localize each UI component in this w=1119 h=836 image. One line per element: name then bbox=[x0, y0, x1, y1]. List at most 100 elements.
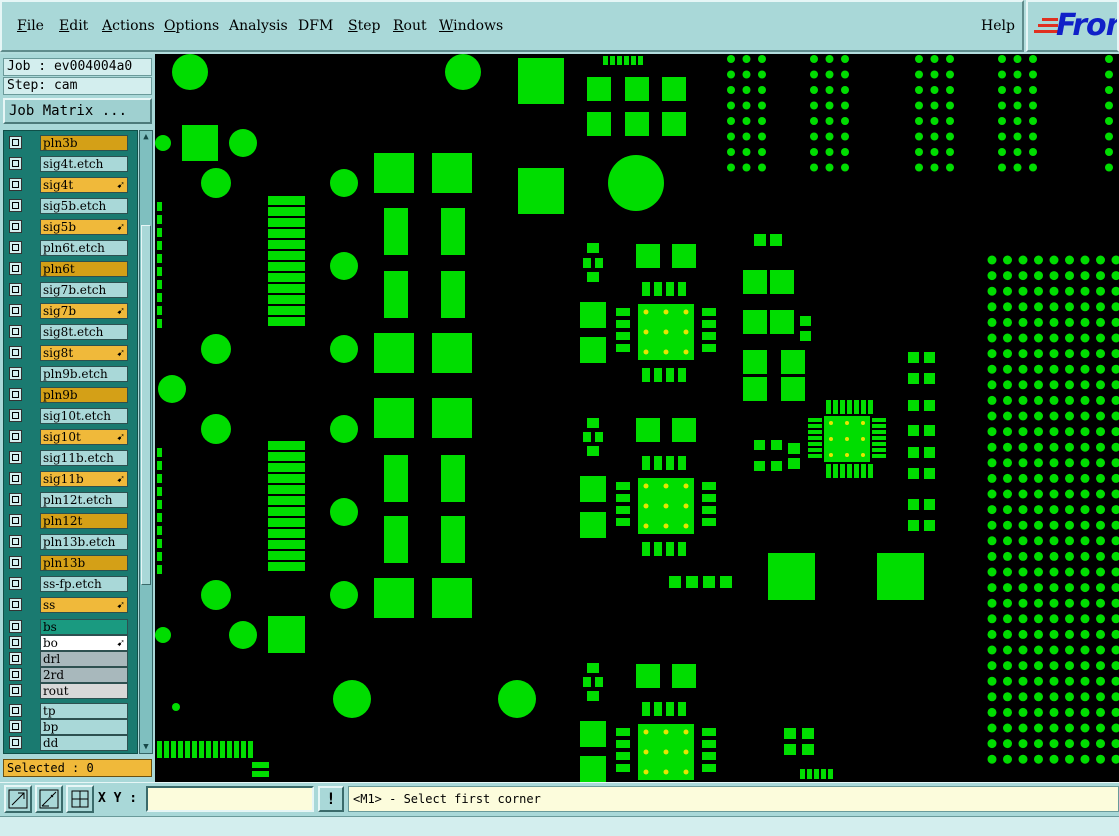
layer-row-sig8t-etch[interactable]: sig8t.etch bbox=[7, 324, 129, 340]
layer-name[interactable]: rout bbox=[40, 683, 128, 699]
menu-windows[interactable]: Windows bbox=[439, 18, 503, 34]
layer-name[interactable]: pln9b.etch bbox=[40, 366, 128, 382]
layer-checkbox[interactable] bbox=[9, 304, 22, 317]
layer-name[interactable]: bo➹ bbox=[40, 635, 128, 651]
layer-name[interactable]: drl bbox=[40, 651, 128, 667]
layer-checkbox[interactable] bbox=[9, 636, 22, 649]
layer-checkbox[interactable] bbox=[9, 704, 22, 717]
menu-file[interactable]: File bbox=[17, 18, 44, 34]
zoom-fit-button[interactable] bbox=[4, 785, 32, 813]
layer-name[interactable]: pln13b.etch bbox=[40, 534, 128, 550]
layer-checkbox[interactable] bbox=[9, 346, 22, 359]
layer-checkbox[interactable] bbox=[9, 556, 22, 569]
layer-checkbox[interactable] bbox=[9, 409, 22, 422]
layer-row-sig4t-etch[interactable]: sig4t.etch bbox=[7, 156, 129, 172]
layer-row-pln6t[interactable]: pln6t bbox=[7, 261, 129, 277]
menu-dfm[interactable]: DFM bbox=[298, 18, 333, 34]
layer-row-sig7b[interactable]: sig7b➹ bbox=[7, 303, 129, 319]
layer-row-sig10t-etch[interactable]: sig10t.etch bbox=[7, 408, 129, 424]
job-matrix-button[interactable]: Job Matrix ... bbox=[3, 98, 152, 124]
layer-row-pln9b[interactable]: pln9b bbox=[7, 387, 129, 403]
layer-name[interactable]: 2rd bbox=[40, 667, 128, 683]
scroll-down-arrow-icon[interactable]: ▼ bbox=[141, 742, 151, 752]
layer-checkbox[interactable] bbox=[9, 199, 22, 212]
layer-row-sig11b-etch[interactable]: sig11b.etch bbox=[7, 450, 129, 466]
layer-name[interactable]: sig11b.etch bbox=[40, 450, 128, 466]
layer-row-tp[interactable]: tp bbox=[7, 703, 129, 719]
layer-name[interactable]: sig10t.etch bbox=[40, 408, 128, 424]
layer-name[interactable]: pln3b bbox=[40, 135, 128, 151]
layer-checkbox[interactable] bbox=[9, 241, 22, 254]
layer-checkbox[interactable] bbox=[9, 736, 22, 749]
layer-name[interactable]: sig4t➹ bbox=[40, 177, 128, 193]
layer-name[interactable]: sig5b.etch bbox=[40, 198, 128, 214]
layer-name[interactable]: pln12t.etch bbox=[40, 492, 128, 508]
layer-checkbox[interactable] bbox=[9, 220, 22, 233]
layer-row-sig5b[interactable]: sig5b➹ bbox=[7, 219, 129, 235]
layer-name[interactable]: pln12t bbox=[40, 513, 128, 529]
scroll-up-arrow-icon[interactable]: ▲ bbox=[141, 132, 151, 142]
layer-checkbox[interactable] bbox=[9, 136, 22, 149]
layer-row-bs[interactable]: bs bbox=[7, 619, 129, 635]
layer-name[interactable]: sig4t.etch bbox=[40, 156, 128, 172]
layer-name[interactable]: bs bbox=[40, 619, 128, 635]
menu-help[interactable]: Help bbox=[981, 18, 1015, 34]
layer-checkbox[interactable] bbox=[9, 684, 22, 697]
layer-name[interactable]: pln13b bbox=[40, 555, 128, 571]
grid-snap-button[interactable] bbox=[66, 785, 94, 813]
layer-row-dd[interactable]: dd bbox=[7, 735, 129, 751]
layer-checkbox[interactable] bbox=[9, 472, 22, 485]
layer-row-bp[interactable]: bp bbox=[7, 719, 129, 735]
layer-checkbox[interactable] bbox=[9, 535, 22, 548]
layer-checkbox[interactable] bbox=[9, 720, 22, 733]
layer-row-drl[interactable]: drl bbox=[7, 651, 129, 667]
layer-checkbox[interactable] bbox=[9, 262, 22, 275]
layer-checkbox[interactable] bbox=[9, 514, 22, 527]
menu-analysis[interactable]: Analysis bbox=[229, 18, 288, 34]
layer-row-sig10t[interactable]: sig10t➹ bbox=[7, 429, 129, 445]
layer-checkbox[interactable] bbox=[9, 451, 22, 464]
menu-step[interactable]: Step bbox=[348, 18, 380, 34]
layer-row-pln13b-etch[interactable]: pln13b.etch bbox=[7, 534, 129, 550]
pcb-layout-drawing[interactable] bbox=[155, 54, 1119, 782]
layer-name[interactable]: ss➹ bbox=[40, 597, 128, 613]
layer-name[interactable]: sig7b.etch bbox=[40, 282, 128, 298]
layer-list-scrollbar[interactable]: ▲ ▼ bbox=[139, 130, 153, 754]
layer-row-pln12t[interactable]: pln12t bbox=[7, 513, 129, 529]
layer-name[interactable]: sig11b➹ bbox=[40, 471, 128, 487]
layer-name[interactable]: sig5b➹ bbox=[40, 219, 128, 235]
layer-name[interactable]: ss-fp.etch bbox=[40, 576, 128, 592]
layer-checkbox[interactable] bbox=[9, 668, 22, 681]
layer-checkbox[interactable] bbox=[9, 652, 22, 665]
layer-checkbox[interactable] bbox=[9, 388, 22, 401]
layer-row-ss-fp-etch[interactable]: ss-fp.etch bbox=[7, 576, 129, 592]
layer-name[interactable]: pln6t.etch bbox=[40, 240, 128, 256]
layer-row-sig5b-etch[interactable]: sig5b.etch bbox=[7, 198, 129, 214]
layer-row-pln9b-etch[interactable]: pln9b.etch bbox=[7, 366, 129, 382]
layer-name[interactable]: pln6t bbox=[40, 261, 128, 277]
layer-name[interactable]: bp bbox=[40, 719, 128, 735]
layer-checkbox[interactable] bbox=[9, 178, 22, 191]
layer-row-sig11b[interactable]: sig11b➹ bbox=[7, 471, 129, 487]
menu-actions[interactable]: Actions bbox=[102, 18, 155, 34]
layer-row-2rd[interactable]: 2rd bbox=[7, 667, 129, 683]
layer-name[interactable]: tp bbox=[40, 703, 128, 719]
layer-row-rout[interactable]: rout bbox=[7, 683, 129, 699]
layer-row-sig8t[interactable]: sig8t➹ bbox=[7, 345, 129, 361]
layer-checkbox[interactable] bbox=[9, 598, 22, 611]
layer-name[interactable]: sig8t➹ bbox=[40, 345, 128, 361]
menu-rout[interactable]: Rout bbox=[393, 18, 427, 34]
layer-checkbox[interactable] bbox=[9, 157, 22, 170]
layer-checkbox[interactable] bbox=[9, 283, 22, 296]
layer-checkbox[interactable] bbox=[9, 430, 22, 443]
menu-edit[interactable]: Edit bbox=[59, 18, 88, 34]
layer-checkbox[interactable] bbox=[9, 367, 22, 380]
graphic-canvas[interactable] bbox=[155, 54, 1119, 782]
exclamation-button[interactable]: ! bbox=[318, 786, 344, 812]
layer-row-sig4t[interactable]: sig4t➹ bbox=[7, 177, 129, 193]
layer-row-pln3b[interactable]: pln3b bbox=[7, 135, 129, 151]
xy-coordinate-input[interactable] bbox=[146, 786, 314, 812]
layer-checkbox[interactable] bbox=[9, 493, 22, 506]
scroll-thumb[interactable] bbox=[141, 225, 151, 585]
layer-name[interactable]: sig8t.etch bbox=[40, 324, 128, 340]
